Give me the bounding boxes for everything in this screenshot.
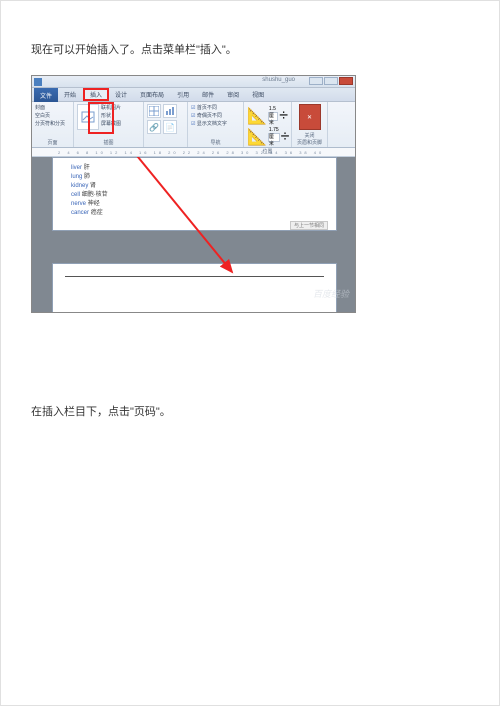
group-label-illus: 插图 [77,139,140,146]
tab-reference[interactable]: 引用 [171,88,196,101]
tab-review[interactable]: 审阅 [221,88,246,101]
doc-line-5: nerve 神经 [71,200,318,209]
ribbon-group-spin: 📐1.5 厘米÷ 📐1.75 厘米÷ 位置 [244,102,292,147]
ribbon-body: 封面 空白页 分页符和分页 页面 联机图片 形状 屏幕截图 插图 [32,102,355,148]
tab-view[interactable]: 视图 [246,88,271,101]
maximize-button[interactable] [324,77,338,85]
ribbon-tabs: 文件 开始 插入 设计 页面布局 引用 邮件 审阅 视图 [32,88,355,102]
doc-line-2: lung 肺 [71,173,318,182]
step-2-instruction: 在插入栏目下，点击"页码"。 [31,403,469,419]
close-button[interactable] [339,77,353,85]
online-pic-button[interactable]: 联机图片 [101,104,121,111]
chart-icon [165,106,175,116]
tab-page-layout[interactable]: 页面布局 [134,88,171,101]
link-button[interactable]: 🔗 [147,120,161,134]
header-button[interactable]: 📄 [163,120,177,134]
ribbon-group-mid: 🔗 📄 [144,102,188,147]
chart-button[interactable] [163,104,177,118]
doc-line-4: cell 细胞·核苷 [71,191,318,200]
page2-header-rule [65,276,324,277]
window-controls [309,77,353,85]
nav-opt-1[interactable]: ☑ 首页不同 [191,104,240,111]
window-title: shushu_guo [262,77,295,83]
footer-distance[interactable]: 📐1.75 厘米÷ [247,127,288,147]
header-distance[interactable]: 📐1.5 厘米÷ [247,106,288,126]
window-titlebar: shushu_guo [32,76,355,88]
tab-mail[interactable]: 邮件 [196,88,221,101]
picture-icon [81,111,95,123]
group-label-pos: 位置 [247,148,288,155]
footer-section-note: 与上一节相同 [290,221,328,230]
document-canvas: liver 肝 lung 肺 kidney 肾 cell 细胞·核苷 nerve… [32,157,355,313]
shapes-button[interactable]: 形状 [101,112,121,119]
group-label-nav: 导航 [191,139,240,146]
group-label-pages: 页面 [35,139,70,146]
ribbon-group-nav: ☑ 首页不同 ☑ 奇偶页不同 ☑ 显示文档文字 导航 [188,102,244,147]
embedded-screenshot: shushu_guo 文件 开始 插入 设计 页面布局 引用 邮件 审阅 视图 … [31,75,356,313]
picture-button[interactable] [77,104,99,130]
horizontal-ruler: 2 4 6 8 10 12 14 16 18 20 22 24 26 28 30… [32,148,355,157]
step-1-instruction: 现在可以开始插入了。点击菜单栏"插入"。 [31,41,469,57]
doc-line-1: liver 肝 [71,164,318,173]
tab-insert[interactable]: 插入 [83,88,109,101]
page-break-button[interactable]: 分页符和分页 [35,120,65,127]
minimize-button[interactable] [309,77,323,85]
table-button[interactable] [147,104,161,118]
document-page-2 [52,263,337,313]
close-label: 关闭页眉和页脚 [297,132,322,146]
group-label-mid [147,140,184,146]
doc-line-3: kidney 肾 [71,182,318,191]
tab-design[interactable]: 设计 [109,88,134,101]
cover-page-button[interactable]: 封面 [35,104,45,111]
tab-start[interactable]: 开始 [58,88,83,101]
ribbon-group-pages: 封面 空白页 分页符和分页 页面 [32,102,74,147]
table-icon [149,106,159,116]
doc-line-6: cancer 癌症 [71,209,318,218]
screenshot-button[interactable]: 屏幕截图 [101,120,121,127]
ribbon-group-illustrations: 联机图片 形状 屏幕截图 插图 [74,102,144,147]
blank-page-button[interactable]: 空白页 [35,112,50,119]
ribbon-group-close: ✕ 关闭页眉和页脚 [292,102,328,147]
nav-opt-2[interactable]: ☑ 奇偶页不同 [191,112,240,119]
app-logo-icon [34,78,42,86]
nav-opt-3[interactable]: ☑ 显示文档文字 [191,120,240,127]
tab-file[interactable]: 文件 [34,88,58,102]
watermark: 百度经验 [313,287,349,300]
document-page-1: liver 肝 lung 肺 kidney 肾 cell 细胞·核苷 nerve… [52,157,337,231]
close-headerfooter-button[interactable]: ✕ [299,104,321,130]
